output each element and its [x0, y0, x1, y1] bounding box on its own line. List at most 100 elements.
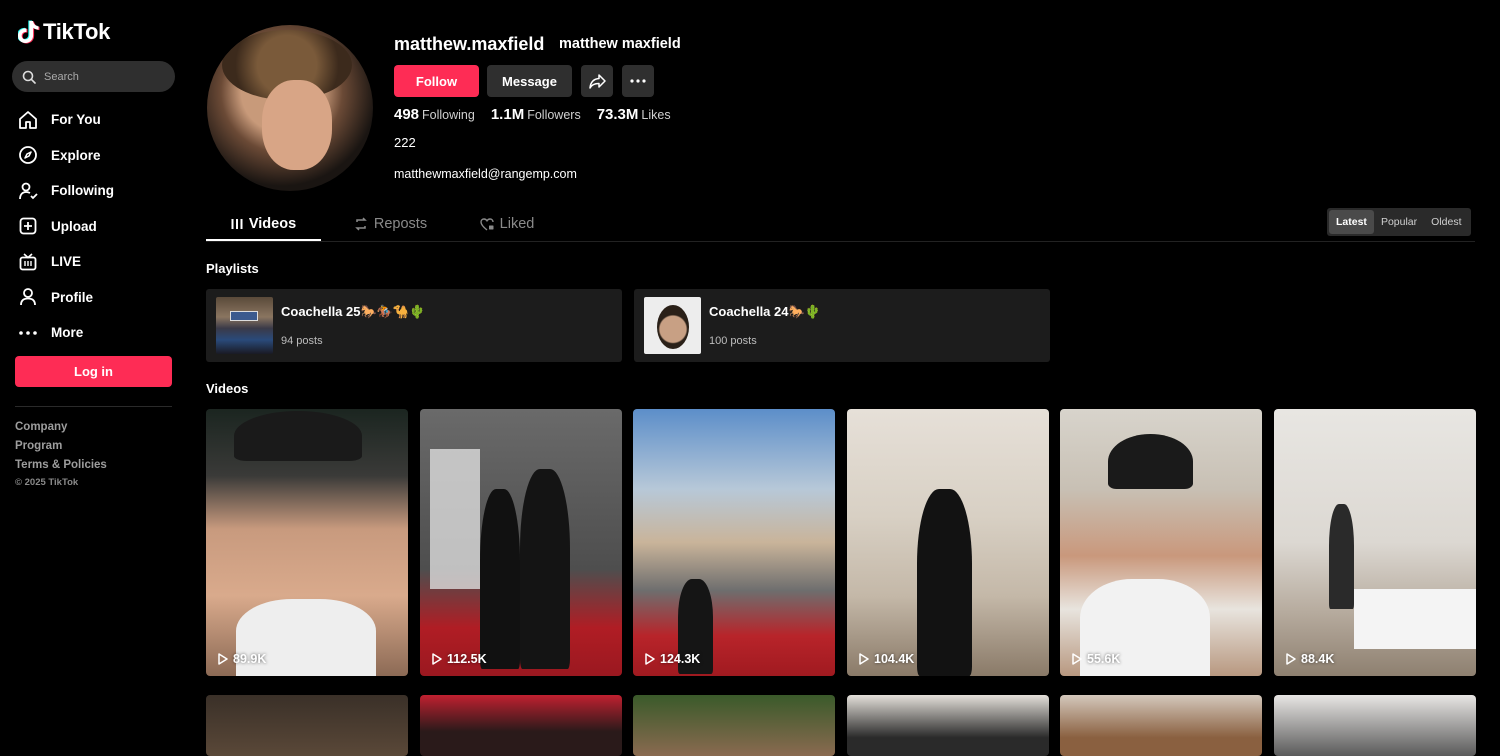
video-thumbnail[interactable]: 112.5K: [420, 409, 622, 676]
video-thumbnail[interactable]: 104.4K: [847, 409, 1049, 676]
nav-item-upload[interactable]: Upload: [17, 209, 114, 245]
compass-icon: [17, 144, 39, 166]
tiktok-wordmark: TikTok: [43, 19, 111, 44]
video-views: 112.5K: [432, 652, 487, 666]
followers-label: Followers: [527, 108, 581, 122]
nav-label: LIVE: [51, 254, 82, 270]
nav-label: For You: [51, 112, 101, 128]
search-input[interactable]: [44, 70, 164, 83]
ellipsis-icon: [630, 79, 646, 83]
likes-count: 73.3M: [596, 106, 639, 123]
video-views: 104.4K: [859, 652, 914, 666]
stat-following[interactable]: 498 Following: [394, 106, 475, 124]
profile-bio: 222: [394, 135, 416, 150]
tab-liked[interactable]: Liked: [457, 206, 557, 242]
video-thumbnail[interactable]: 124.3K: [633, 409, 835, 676]
sort-oldest[interactable]: Oldest: [1424, 210, 1468, 234]
video-views: 124.3K: [645, 652, 700, 666]
heart-lock-icon: [479, 217, 494, 231]
play-icon: [1072, 653, 1082, 665]
home-icon: [17, 109, 39, 131]
nav-label: Following: [51, 183, 114, 199]
more-options-button[interactable]: [622, 65, 654, 97]
nav-label: Explore: [51, 147, 101, 163]
profile-username: matthew.maxfield: [394, 34, 545, 54]
playlist-title: Coachella 25🐎🏇🐪🌵: [281, 304, 426, 319]
tiktok-logo[interactable]: TikTok: [18, 19, 110, 45]
footer-link-company[interactable]: Company: [15, 421, 107, 433]
playlist-card[interactable]: Coachella 25🐎🏇🐪🌵 94 posts: [206, 289, 622, 362]
profile-stats: 498 Following 1.1M Followers 73.3M Likes: [394, 106, 671, 124]
profile-email: matthewmaxfield@rangemp.com: [394, 167, 577, 181]
stat-likes: 73.3M Likes: [597, 106, 671, 124]
nav-label: Profile: [51, 289, 94, 305]
playlist-thumbnail: [644, 297, 701, 354]
login-button[interactable]: Log in: [15, 356, 172, 387]
search-box[interactable]: [12, 61, 175, 92]
video-thumbnail[interactable]: [633, 695, 835, 756]
play-icon: [218, 653, 228, 665]
nav-item-live[interactable]: LIVE: [17, 244, 114, 280]
video-views: 88.4K: [1286, 652, 1334, 666]
play-icon: [1286, 653, 1296, 665]
profile-avatar: [207, 25, 373, 191]
sidebar-divider: [15, 406, 172, 407]
playlists-heading: Playlists: [206, 261, 259, 276]
video-thumbnail[interactable]: [420, 695, 622, 756]
sidebar-footer: Company Program Terms & Policies © 2025 …: [15, 421, 107, 488]
video-thumbnail[interactable]: [847, 695, 1049, 756]
play-icon: [859, 653, 869, 665]
tab-reposts[interactable]: Reposts: [329, 206, 452, 242]
views-count: 89.9K: [233, 652, 267, 666]
share-button[interactable]: [581, 65, 613, 97]
video-views: 89.9K: [218, 652, 266, 666]
videos-heading: Videos: [206, 381, 249, 396]
tabs-divider: [206, 241, 1475, 242]
footer-link-terms[interactable]: Terms & Policies: [15, 459, 107, 471]
tab-label: Liked: [499, 216, 535, 232]
views-count: 104.4K: [874, 652, 915, 666]
tab-label: Videos: [248, 216, 297, 232]
follow-button[interactable]: Follow: [394, 65, 479, 97]
nav-item-more[interactable]: More: [17, 315, 114, 351]
followers-count: 1.1M: [490, 106, 525, 123]
share-icon: [588, 73, 606, 89]
sort-latest[interactable]: Latest: [1329, 210, 1374, 234]
playlist-card[interactable]: Coachella 24🐎🌵 100 posts: [634, 289, 1050, 362]
nav-item-explore[interactable]: Explore: [17, 138, 114, 174]
grid-icon: [231, 219, 243, 229]
following-label: Following: [422, 108, 475, 122]
following-icon: [17, 180, 39, 202]
views-count: 88.4K: [1301, 652, 1335, 666]
video-thumbnail[interactable]: 89.9K: [206, 409, 408, 676]
stat-followers[interactable]: 1.1M Followers: [491, 106, 581, 124]
video-thumbnail[interactable]: [206, 695, 408, 756]
sort-popular[interactable]: Popular: [1374, 210, 1424, 234]
following-count: 498: [394, 106, 420, 123]
views-count: 124.3K: [660, 652, 701, 666]
views-count: 112.5K: [447, 652, 487, 666]
video-thumbnail[interactable]: [1274, 695, 1476, 756]
playlist-thumbnail: [216, 297, 273, 354]
play-icon: [432, 653, 442, 665]
video-thumbnail[interactable]: [1060, 695, 1262, 756]
message-button[interactable]: Message: [487, 65, 572, 97]
upload-icon: [17, 215, 39, 237]
video-thumbnail[interactable]: 55.6K: [1060, 409, 1262, 676]
live-icon: [17, 251, 39, 273]
play-icon: [645, 653, 655, 665]
tiktok-profile-page: TikTok For You Explore: [0, 0, 1500, 756]
video-thumbnail[interactable]: 88.4K: [1274, 409, 1476, 676]
footer-link-program[interactable]: Program: [15, 440, 107, 452]
nav-label: More: [51, 325, 84, 341]
profile-icon: [17, 286, 39, 308]
profile-nickname: matthew maxfield: [559, 36, 681, 52]
tab-videos[interactable]: Videos: [206, 206, 321, 242]
playlist-count: 94 posts: [281, 335, 323, 347]
nav-item-following[interactable]: Following: [17, 173, 114, 209]
nav-item-profile[interactable]: Profile: [17, 280, 114, 316]
sidebar: TikTok For You Explore: [0, 0, 190, 756]
views-count: 55.6K: [1087, 652, 1121, 666]
more-icon: [17, 322, 39, 344]
nav-item-for-you[interactable]: For You: [17, 102, 114, 138]
